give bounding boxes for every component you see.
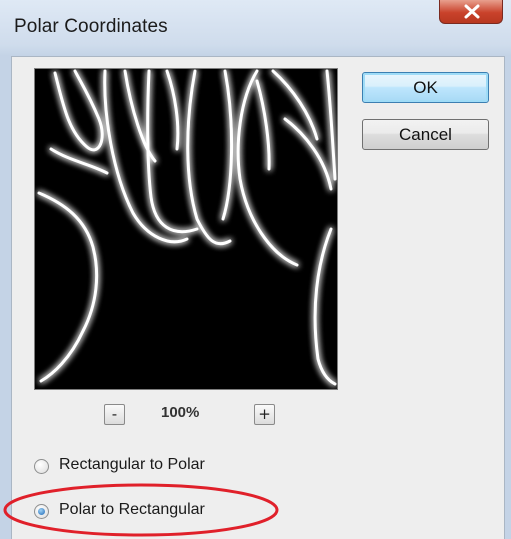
cancel-button[interactable]: Cancel [362,119,489,150]
zoom-in-button[interactable]: + [254,404,275,425]
highlight-ellipse [3,483,279,537]
plus-icon: + [258,405,271,423]
radio-button[interactable] [34,459,49,474]
preview-image [35,69,337,389]
dialog-title: Polar Coordinates [14,16,168,37]
minus-icon: - [111,405,118,423]
zoom-level: 100% [161,404,200,421]
close-icon [464,4,480,19]
option-label: Rectangular to Polar [59,456,205,473]
filter-preview[interactable] [34,68,338,390]
ok-button[interactable]: OK [362,72,489,103]
close-button[interactable] [439,0,503,24]
zoom-out-button[interactable]: - [104,404,125,425]
polar-coordinates-dialog: Polar Coordinates OK Cancel - 100% + Rec… [0,0,511,539]
